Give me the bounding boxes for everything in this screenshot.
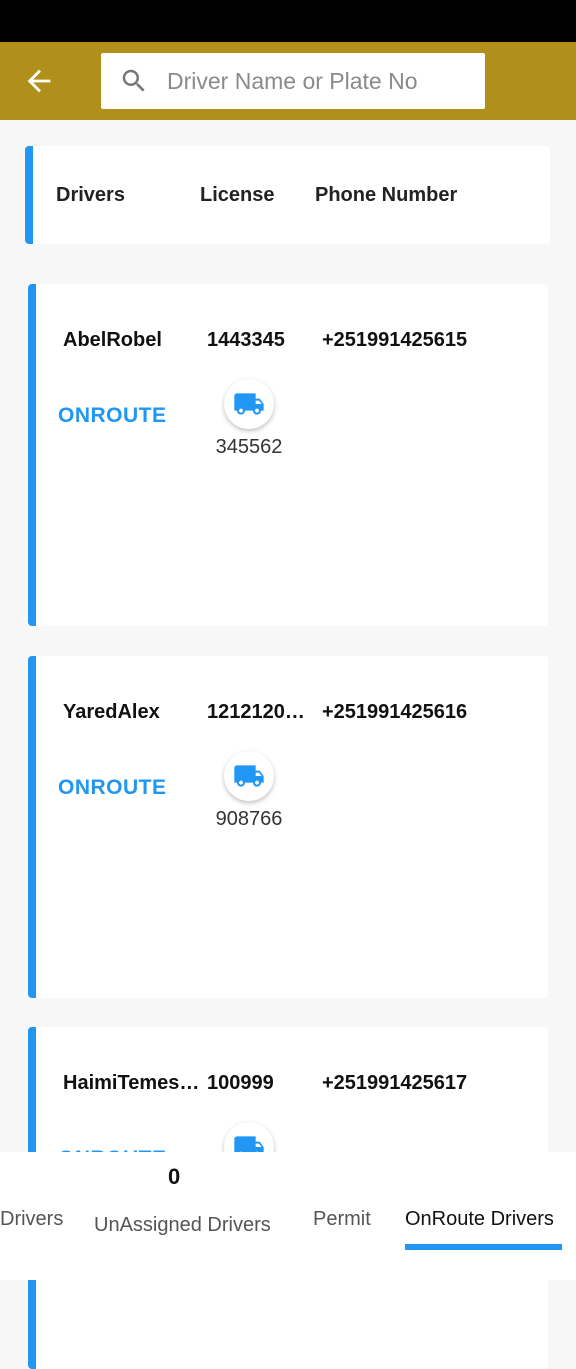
- back-arrow-icon[interactable]: [22, 64, 56, 98]
- header-license: License: [200, 184, 275, 206]
- app-bar: [0, 42, 576, 120]
- plate-number: 908766: [215, 808, 283, 830]
- truck-icon[interactable]: [224, 751, 274, 801]
- header-phone: Phone Number: [315, 184, 458, 206]
- bottom-tab-bar: Drivers 0 UnAssigned Drivers Permit OnRo…: [0, 1152, 576, 1280]
- driver-phone: +251991425615: [322, 329, 468, 351]
- search-input[interactable]: [167, 67, 467, 95]
- driver-name: AbelRobel: [63, 329, 162, 351]
- search-box[interactable]: [101, 53, 485, 109]
- driver-card[interactable]: AbelRobel 1443345 +251991425615 ONROUTE …: [28, 284, 548, 626]
- search-icon: [119, 66, 149, 96]
- driver-license: 100999: [207, 1072, 274, 1094]
- driver-name: HaimiTemes…: [63, 1072, 200, 1094]
- unassigned-count-badge: 0: [168, 1164, 181, 1189]
- tab-onroute-drivers[interactable]: OnRoute Drivers: [405, 1208, 554, 1231]
- status-bar: [0, 0, 576, 42]
- driver-card[interactable]: YaredAlex 1212120… +251991425616 ONROUTE…: [28, 656, 548, 998]
- driver-phone: +251991425617: [322, 1072, 468, 1094]
- truck-icon[interactable]: [224, 379, 274, 429]
- tab-permit[interactable]: Permit: [313, 1208, 371, 1231]
- header-drivers: Drivers: [56, 184, 125, 206]
- plate-number: 345562: [215, 436, 283, 458]
- status-label: ONROUTE: [58, 776, 167, 799]
- tab-unassigned-drivers[interactable]: UnAssigned Drivers: [94, 1214, 271, 1237]
- driver-phone: +251991425616: [322, 701, 468, 723]
- status-label: ONROUTE: [58, 404, 167, 427]
- tab-drivers[interactable]: Drivers: [0, 1208, 63, 1231]
- driver-license: 1212120…: [207, 701, 305, 723]
- driver-name: YaredAlex: [63, 701, 160, 723]
- driver-license: 1443345: [207, 329, 285, 351]
- table-header: Drivers License Phone Number: [25, 146, 550, 244]
- active-tab-indicator: [405, 1244, 562, 1250]
